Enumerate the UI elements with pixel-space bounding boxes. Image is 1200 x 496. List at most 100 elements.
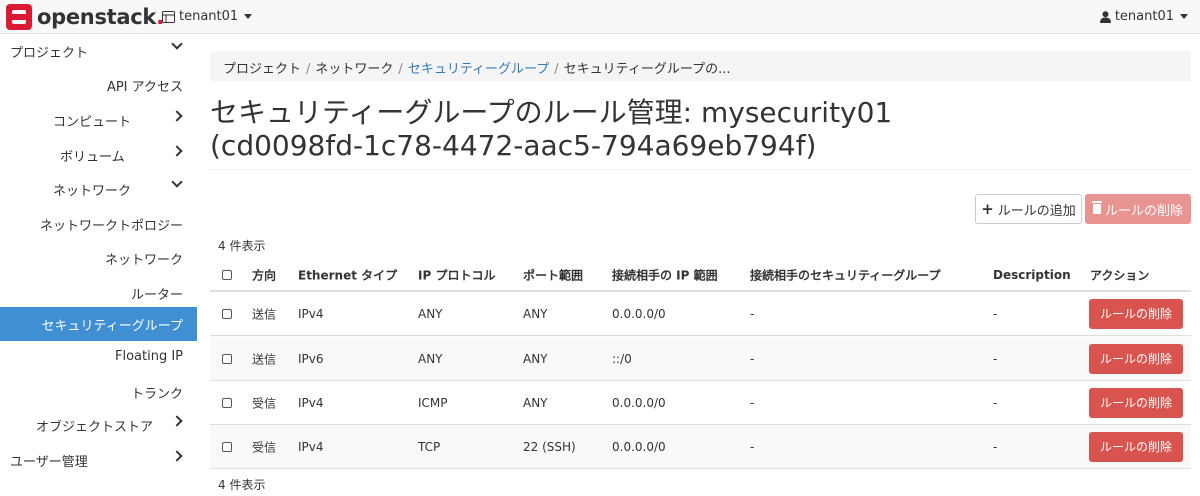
trash-icon (1091, 201, 1102, 214)
user-menu-label: tenant01 (1114, 9, 1174, 24)
row-checkbox[interactable] (222, 308, 232, 319)
cell-protocol: TCP (418, 439, 441, 454)
sidebar-item-network-topology[interactable]: ネットワークトポロジー (0, 207, 197, 241)
sidebar-item-volume[interactable]: ボリューム (0, 138, 197, 172)
sidebar-item-label: ユーザー管理 (10, 455, 88, 470)
breadcrumb: プロジェクト / ネットワーク / セキュリティーグループ / セキュリティーグループの..… (210, 51, 1191, 81)
cell-direction: 受信 (252, 440, 277, 454)
column-header-remote-sg[interactable]: 接続相手のセキュリティーグループ (750, 266, 941, 283)
sidebar-item-api-access[interactable]: API アクセス (0, 68, 197, 102)
user-icon (1099, 10, 1111, 23)
sidebar-item-label: ルーター (130, 288, 183, 303)
column-header-remote-ip[interactable]: 接続相手の IP 範囲 (612, 266, 718, 283)
row-checkbox[interactable] (222, 353, 232, 364)
cell-port-range: ANY (523, 395, 548, 410)
chevron-down-icon (171, 176, 183, 188)
cell-remote-ip: 0.0.0.0/0 (612, 395, 666, 410)
row-checkbox[interactable] (222, 441, 232, 452)
chevron-down-icon (171, 38, 183, 50)
column-header-port-range[interactable]: ポート範囲 (523, 266, 583, 283)
page-title-line1: セキュリティーグループのルール管理: mysecurity01 (210, 96, 893, 129)
logo-text: openstack (37, 5, 157, 29)
project-selector[interactable]: tenant01 (162, 9, 253, 24)
user-menu[interactable]: tenant01 (1099, 9, 1188, 24)
delete-rule-button[interactable]: ルールの削除 (1089, 431, 1183, 462)
sidebar-item-label: セキュリティーグループ (41, 319, 183, 334)
breadcrumb-item-security-groups[interactable]: セキュリティーグループ (408, 62, 549, 77)
sidebar-item-label: ネットワーク (104, 253, 183, 268)
sidebar-item-label: API アクセス (106, 80, 183, 95)
sidebar-item-routers[interactable]: ルーター (0, 276, 197, 310)
breadcrumb-item-project[interactable]: プロジェクト (223, 62, 301, 77)
sidebar-item-label: プロジェクト (10, 46, 89, 61)
delete-rules-button[interactable]: ルールの削除 (1085, 194, 1191, 224)
page-title: セキュリティーグループのルール管理: mysecurity01 (cd0098f… (210, 96, 1170, 162)
column-header-description[interactable]: Description (993, 268, 1071, 282)
delete-rule-button[interactable]: ルールの削除 (1089, 298, 1183, 329)
sidebar-item-networks[interactable]: ネットワーク (0, 241, 197, 275)
sidebar-item-project[interactable]: プロジェクト (0, 34, 197, 68)
cell-ethertype: IPv4 (298, 395, 324, 410)
cell-remote-sg: - (750, 306, 755, 321)
sidebar-item-label: Floating IP (114, 349, 183, 364)
column-header-ethertype[interactable]: Ethernet タイプ (298, 266, 397, 283)
delete-rule-button[interactable]: ルールの削除 (1089, 387, 1183, 418)
cell-description: - (993, 395, 998, 410)
sidebar-item-compute[interactable]: コンピュート (0, 103, 197, 137)
page-title-line2: (cd0098fd-1c78-4472-aac5-794a69eb794f) (210, 129, 817, 162)
cell-protocol: ANY (418, 306, 443, 321)
table-row: 受信 IPv4 ICMP ANY 0.0.0.0/0 - - ルールの削除 (210, 381, 1191, 425)
breadcrumb-item-network[interactable]: ネットワーク (315, 62, 393, 77)
caret-down-icon (244, 14, 253, 19)
add-rule-button[interactable]: + ルールの追加 (975, 194, 1082, 224)
openstack-logo[interactable]: openstack. (6, 4, 164, 30)
server-icon (162, 10, 175, 23)
delete-rule-button[interactable]: ルールの削除 (1089, 343, 1183, 374)
cell-direction: 送信 (252, 307, 277, 321)
cell-remote-ip: 0.0.0.0/0 (612, 439, 666, 454)
cell-port-range: ANY (523, 351, 548, 366)
sidebar-item-trunks[interactable]: トランク (0, 375, 197, 409)
sidebar-item-label: ネットワーク (53, 184, 132, 199)
sidebar: プロジェクト API アクセス コンピュート ボリューム ネットワーク ネットワ… (0, 34, 197, 496)
cell-port-range: ANY (523, 306, 548, 321)
sidebar-item-label: ネットワークトポロジー (39, 219, 183, 234)
cell-direction: 送信 (252, 352, 277, 366)
table-header: 方向 Ethernet タイプ IP プロトコル ポート範囲 接続相手の IP … (210, 259, 1191, 292)
column-header-actions: アクション (1090, 268, 1150, 282)
plus-icon: + (981, 199, 994, 218)
openstack-logo-icon (6, 4, 32, 30)
select-all-checkbox[interactable] (222, 269, 232, 280)
cell-protocol: ICMP (418, 395, 448, 410)
caret-down-icon (1180, 14, 1188, 19)
sidebar-item-label: オブジェクトストア (36, 420, 154, 435)
table-row: 送信 IPv6 ANY ANY ::/0 - - ルールの削除 (210, 337, 1191, 381)
top-navbar: openstack. tenant01 tenant01 (0, 0, 1200, 34)
cell-direction: 受信 (252, 396, 277, 410)
row-checkbox[interactable] (222, 397, 232, 408)
sidebar-item-user-management[interactable]: ユーザー管理 (0, 443, 197, 477)
cell-description: - (993, 439, 998, 454)
sidebar-item-floating-ip[interactable]: Floating IP (0, 341, 197, 375)
chevron-right-icon (171, 110, 183, 122)
column-header-direction[interactable]: 方向 (252, 266, 276, 283)
cell-remote-sg: - (750, 439, 755, 454)
sidebar-item-network-group[interactable]: ネットワーク (0, 172, 197, 206)
project-selector-label: tenant01 (179, 9, 239, 24)
breadcrumb-separator: / (398, 62, 403, 77)
cell-description: - (993, 306, 998, 321)
sidebar-item-object-store[interactable]: オブジェクトストア (0, 408, 197, 442)
cell-remote-sg: - (750, 351, 755, 366)
breadcrumb-separator: / (554, 62, 559, 77)
sidebar-item-label: コンピュート (53, 115, 132, 130)
column-header-protocol[interactable]: IP プロトコル (418, 266, 495, 283)
item-count-top: 4 件表示 (218, 239, 266, 253)
title-divider (210, 169, 1191, 170)
add-rule-label: ルールの追加 (997, 203, 1076, 219)
breadcrumb-item-current: セキュリティーグループの... (563, 62, 731, 77)
sidebar-item-security-groups[interactable]: セキュリティーグループ (0, 307, 197, 341)
cell-port-range: 22 (SSH) (523, 439, 576, 454)
cell-description: - (993, 351, 998, 366)
breadcrumb-separator: / (306, 62, 311, 77)
cell-ethertype: IPv6 (298, 351, 324, 366)
